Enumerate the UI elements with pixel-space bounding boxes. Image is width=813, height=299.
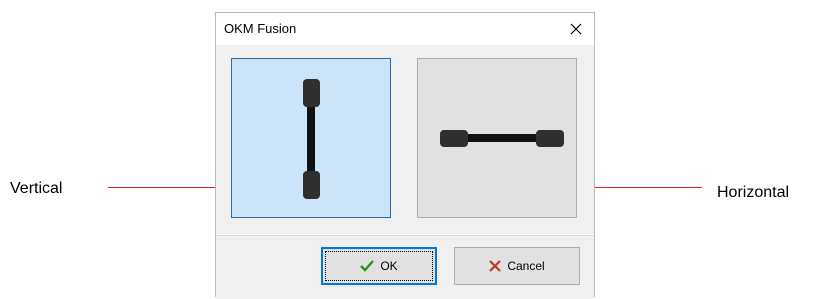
- dialog-title: OKM Fusion: [224, 21, 297, 36]
- ok-button[interactable]: OK: [321, 247, 437, 285]
- cancel-button[interactable]: Cancel: [454, 247, 580, 285]
- checkmark-icon: [360, 260, 375, 272]
- dialog-content: [216, 45, 594, 234]
- close-button[interactable]: [564, 17, 588, 41]
- cancel-button-label: Cancel: [507, 259, 545, 273]
- horizontal-annotation-label: Horizontal: [717, 184, 790, 201]
- okm-fusion-dialog: OKM Fusion OK Cancel: [215, 12, 595, 299]
- ok-button-label: OK: [380, 259, 398, 273]
- vertical-option[interactable]: [231, 58, 391, 218]
- horizontal-option[interactable]: [417, 58, 577, 218]
- ok-focus-rect: [325, 251, 433, 281]
- horizontal-bar-icon: [440, 130, 564, 147]
- vertical-annotation-label: Vertical: [10, 180, 63, 197]
- x-icon: [489, 260, 502, 272]
- dialog-titlebar: OKM Fusion: [216, 13, 594, 45]
- close-icon: [570, 23, 582, 35]
- vertical-bar-icon: [303, 79, 320, 199]
